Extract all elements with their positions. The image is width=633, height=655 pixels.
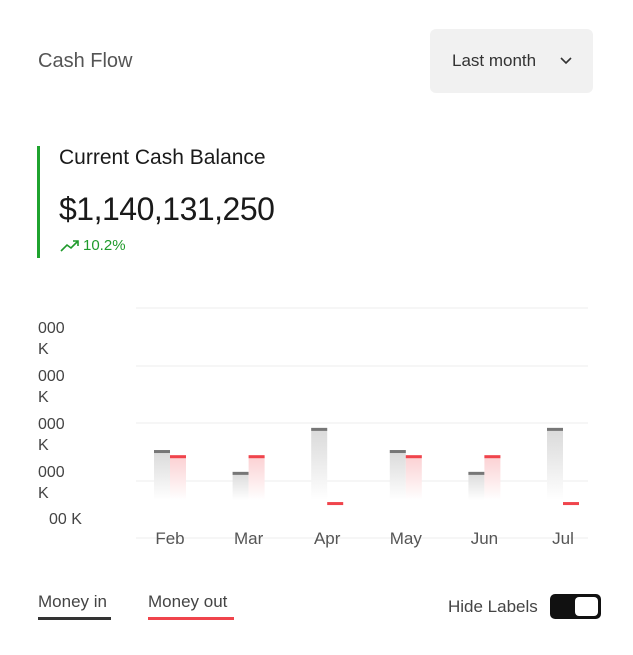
hide-labels-label: Hide Labels [448, 597, 538, 616]
x-tick-label: May [390, 529, 423, 548]
period-dropdown[interactable]: Last month [430, 29, 593, 93]
bar-cap [405, 455, 422, 459]
bar-cap [170, 455, 186, 459]
toggle-knob [575, 597, 598, 616]
bar-money-out[interactable] [170, 455, 186, 500]
x-tick-label: Jun [471, 529, 498, 548]
bar-cap [468, 471, 485, 475]
bar-cap [154, 450, 170, 454]
legend-money-in[interactable]: Money in [38, 592, 107, 612]
x-tick-label: Apr [314, 529, 341, 548]
x-tick-label: Jul [552, 529, 574, 548]
hide-labels-toggle[interactable] [550, 594, 601, 619]
balance-change-value: 10.2% [83, 237, 126, 254]
bar-money-in[interactable] [547, 427, 563, 500]
bar-cap [248, 455, 265, 459]
bar-cap [232, 471, 249, 475]
y-tick-label: 000 K [38, 416, 65, 454]
page-title: Cash Flow [38, 50, 133, 72]
legend-money-in-underline [38, 617, 111, 620]
legend-money-out-underline [148, 617, 234, 620]
bar-cap [311, 427, 328, 431]
bar-money-in[interactable] [389, 450, 406, 500]
bar-cap [484, 455, 501, 459]
y-tick-label: 000 K [38, 368, 65, 406]
balance-title: Current Cash Balance [59, 146, 266, 169]
bar-money-out[interactable] [484, 455, 501, 500]
bar-money-out[interactable] [248, 455, 265, 500]
balance-amount: $1,140,131,250 [59, 191, 275, 227]
balance-change: 10.2% [60, 237, 126, 254]
bar-money-in[interactable] [311, 427, 328, 500]
bar-money-out[interactable] [405, 455, 422, 500]
y-tick-label: 00 K [49, 511, 82, 528]
bar-money-in[interactable] [232, 471, 249, 500]
bar-cap [389, 450, 406, 454]
legend-money-out[interactable]: Money out [148, 592, 227, 612]
x-tick-label: Feb [155, 529, 184, 548]
y-tick-label: 000 K [38, 320, 65, 358]
balance-accent-bar [37, 146, 40, 258]
trending-up-icon [60, 239, 79, 252]
bar-cap [563, 502, 579, 506]
bar-money-in[interactable] [154, 450, 170, 500]
bar-cap [327, 502, 344, 506]
bar-cap [547, 427, 563, 431]
y-tick-label: 000 K [38, 464, 65, 502]
period-label: Last month [452, 51, 537, 70]
bar-money-in[interactable] [468, 471, 485, 500]
x-tick-label: Mar [234, 529, 264, 548]
chevron-down-icon [560, 57, 572, 65]
